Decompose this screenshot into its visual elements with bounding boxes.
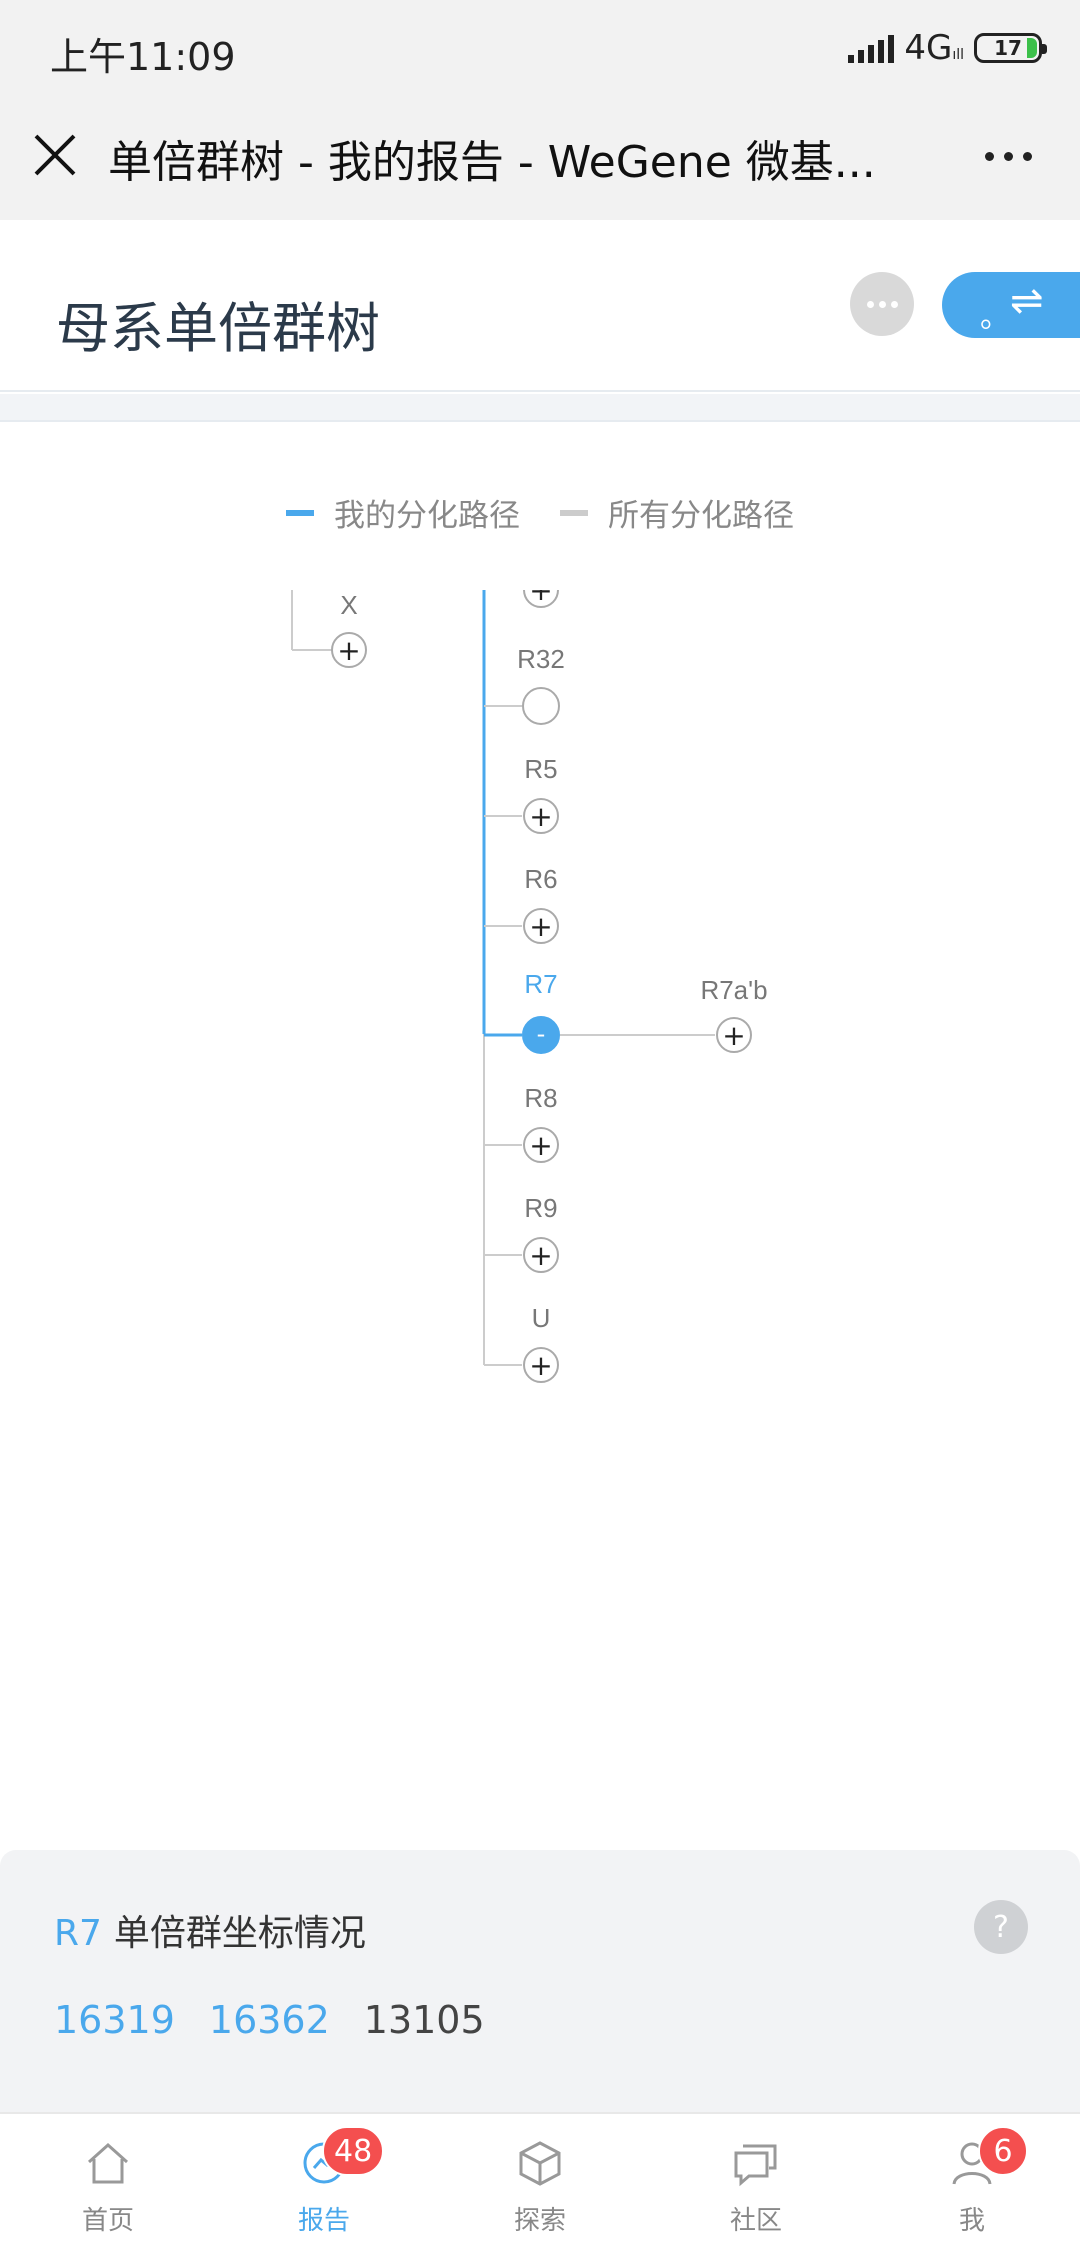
close-icon[interactable] xyxy=(32,132,78,178)
tab-community[interactable]: 社区 xyxy=(648,2114,864,2248)
node-label: R8 xyxy=(524,1083,557,1113)
network-type: 4Gıll xyxy=(904,28,964,68)
tab-home[interactable]: 首页 xyxy=(0,2114,216,2248)
haplogroup-tree[interactable]: X + + R32 R5 + R6 + R7 - R7a'b + R8 + R9… xyxy=(0,590,1080,1390)
tree-node-top[interactable]: + xyxy=(523,590,559,608)
tree-node-u[interactable]: U + xyxy=(523,1303,559,1383)
cube-icon xyxy=(519,2141,561,2186)
tree-node-r6[interactable]: R6 + xyxy=(523,864,559,944)
coordinate-link[interactable]: 16319 xyxy=(54,1998,175,2042)
expand-icon[interactable]: + xyxy=(529,1129,552,1162)
expand-icon[interactable]: + xyxy=(529,800,552,833)
battery-icon: 17 xyxy=(974,33,1047,63)
divider xyxy=(0,394,1080,422)
legend-swatch xyxy=(560,509,588,516)
tab-me[interactable]: 6 我 xyxy=(864,2114,1080,2248)
notification-badge: 48 xyxy=(322,2126,385,2176)
expand-icon[interactable]: + xyxy=(722,1019,745,1052)
info-title: R7 单倍群坐标情况 xyxy=(54,1904,366,1956)
expand-icon[interactable]: + xyxy=(529,1349,552,1382)
status-icons: 4Gıll 17 xyxy=(848,28,1047,68)
node-label: R7 xyxy=(524,969,557,999)
page-header: 母系单倍群树 。 ⇌ xyxy=(0,220,1080,392)
tab-label: 首页 xyxy=(81,2206,134,2236)
coordinate-link[interactable]: 16362 xyxy=(209,1998,330,2042)
tab-label: 社区 xyxy=(729,2206,782,2236)
page-title: 母系单倍群树 xyxy=(56,297,380,360)
tab-label: 我 xyxy=(958,2206,985,2236)
coordinate-value: 13105 xyxy=(363,1998,485,2042)
tab-report[interactable]: 48 报告 xyxy=(216,2114,432,2248)
switch-tree-button[interactable]: 。 ⇌ xyxy=(942,272,1080,338)
expand-icon[interactable]: + xyxy=(529,1239,552,1272)
node-label: R6 xyxy=(524,864,557,894)
signal-icon xyxy=(848,33,895,63)
node-label: R5 xyxy=(524,754,557,784)
more-options-button[interactable] xyxy=(850,272,914,336)
expand-icon[interactable]: + xyxy=(337,634,360,667)
legend-all-paths: 所有分化路径 xyxy=(560,490,794,535)
battery-level: 17 xyxy=(994,36,1022,60)
tab-explore[interactable]: 探索 xyxy=(432,2114,648,2248)
haplogroup-name: R7 xyxy=(54,1913,102,1954)
tab-label: 报告 xyxy=(297,2206,350,2236)
legend-label: 我的分化路径 xyxy=(334,498,520,534)
info-title-text: 单倍群坐标情况 xyxy=(113,1913,366,1954)
tab-label: 探索 xyxy=(513,2206,566,2236)
node-label: X xyxy=(340,590,357,620)
tab-bar: 首页 48 报告 探索 社区 6 我 xyxy=(0,2112,1080,2248)
help-button[interactable]: ? xyxy=(974,1900,1028,1954)
tree-node-r8[interactable]: R8 + xyxy=(523,1083,559,1163)
legend-label: 所有分化路径 xyxy=(608,498,794,534)
legend-my-path: 我的分化路径 xyxy=(286,490,520,535)
home-icon xyxy=(87,2142,129,2184)
tree-node-r9[interactable]: R9 + xyxy=(523,1193,559,1273)
nav-title: 单倍群树 - 我的报告 - WeGene 微基... xyxy=(108,137,876,188)
legend-swatch xyxy=(286,509,314,516)
node-label: U xyxy=(532,1303,551,1333)
notification-badge: 6 xyxy=(978,2126,1028,2176)
nav-bar: 单倍群树 - 我的报告 - WeGene 微基... xyxy=(0,96,1080,220)
expand-icon[interactable]: + xyxy=(529,910,552,943)
tree-node-x[interactable]: X + xyxy=(331,590,367,668)
collapse-icon[interactable]: - xyxy=(537,1020,546,1048)
tree-node-r5[interactable]: R5 + xyxy=(523,754,559,834)
node-label: R32 xyxy=(517,644,565,674)
expand-icon[interactable]: + xyxy=(529,590,552,607)
haplogroup-info-panel: R7 单倍群坐标情况 ? 16319 16362 13105 xyxy=(0,1850,1080,2112)
chat-icon xyxy=(734,2144,777,2187)
coordinates-list: 16319 16362 13105 xyxy=(54,1998,485,2042)
swap-icon: ⇌ xyxy=(1010,278,1044,324)
tree-node-r7ab[interactable]: R7a'b + xyxy=(700,975,768,1053)
more-menu-icon[interactable] xyxy=(985,152,1032,161)
tree-node-r7[interactable]: R7 - xyxy=(522,969,560,1054)
node-label: R7a'b xyxy=(700,975,767,1005)
legend: 我的分化路径 所有分化路径 xyxy=(0,490,1080,535)
status-time: 上午11:09 xyxy=(50,35,236,79)
status-bar: 上午11:09 4Gıll 17 xyxy=(0,0,1080,96)
tree-node-r32[interactable]: R32 xyxy=(517,644,565,725)
node-label: R9 xyxy=(524,1193,557,1223)
